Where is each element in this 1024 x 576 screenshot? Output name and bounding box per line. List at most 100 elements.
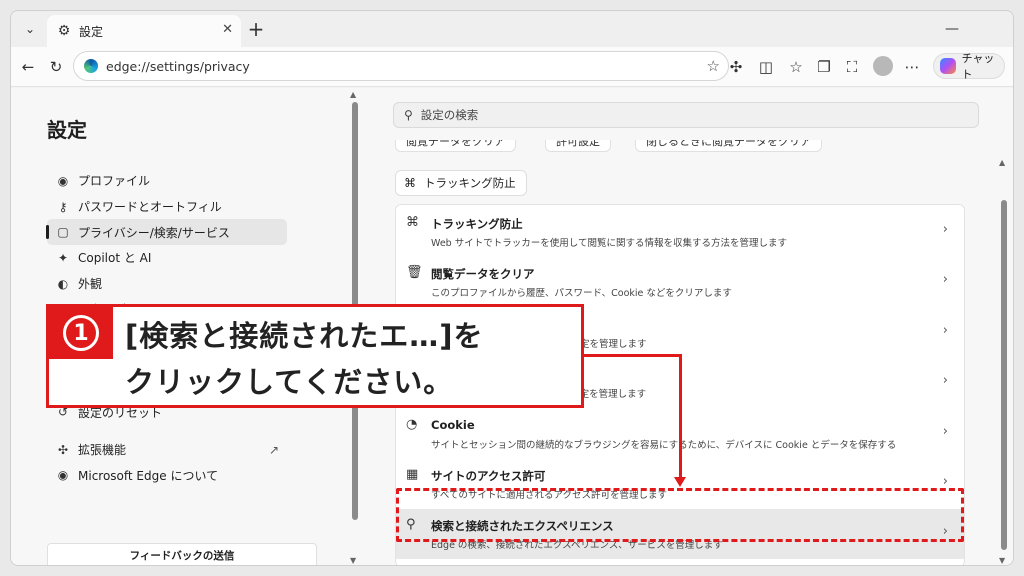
scroll-down-icon[interactable]: ▼ bbox=[999, 556, 1005, 565]
toolbar: ← ↻ edge://settings/privacy ☆ ✣ ◫ ☆ ❐ ⛶ … bbox=[11, 47, 1013, 87]
page-title: 設定 bbox=[47, 118, 87, 142]
row-title: 閲覧データをクリア bbox=[431, 267, 535, 282]
address-bar[interactable]: edge://settings/privacy ☆ bbox=[73, 51, 729, 81]
profile-icon: ◉ bbox=[57, 173, 69, 188]
main-scrollbar[interactable] bbox=[1001, 200, 1007, 550]
appearance-icon: ◐ bbox=[57, 276, 69, 291]
pointer-line bbox=[679, 354, 682, 480]
row-title: サイトのアクセス許可 bbox=[431, 469, 546, 483]
copilot-icon bbox=[940, 58, 956, 74]
chevron-right-icon: › bbox=[942, 222, 948, 237]
cookie-icon: ◔ bbox=[406, 416, 418, 432]
new-tab-button[interactable]: + bbox=[243, 16, 269, 42]
sidebar-item[interactable]: ▢ プライバシー/検索/サービス bbox=[46, 219, 287, 246]
chevron-right-icon: › bbox=[942, 272, 948, 288]
row-description: このプロファイルから履歴、パスワード、Cookie などをクリアします bbox=[431, 288, 732, 300]
chevron-down-icon: ⌄ bbox=[24, 22, 36, 36]
quick-link[interactable]: 閉じるときに閲覧データをクリア bbox=[635, 140, 822, 152]
highlight-box bbox=[396, 488, 964, 542]
row-description: Web サイトでトラッカーを使用して閲覧に関する情報を収集する方法を管理します bbox=[431, 238, 787, 249]
more-dots-icon: ⋯ bbox=[904, 58, 920, 76]
favorite-star-icon[interactable]: ☆ bbox=[707, 57, 720, 75]
scroll-up-icon[interactable]: ▲ bbox=[999, 158, 1005, 167]
row-title: トラッキング防止 bbox=[431, 217, 523, 231]
sidebar-item[interactable]: ⚷ パスワードとオートフィル bbox=[47, 194, 287, 220]
sidebar-item-label: Microsoft Edge について bbox=[78, 468, 219, 483]
instruction-line-1: [検索と接続されたエ…]を bbox=[125, 319, 484, 353]
step-badge: 1 bbox=[49, 307, 113, 359]
instruction-callout: 1 [検索と接続されたエ…]を クリックしてください。 bbox=[46, 304, 584, 408]
screenshot-button[interactable]: ⛶ bbox=[839, 55, 865, 79]
collections-button[interactable]: ❐ bbox=[811, 55, 837, 79]
sidebar-item-label: プロファイル bbox=[78, 174, 151, 189]
refresh-button[interactable]: ↻ bbox=[43, 55, 69, 79]
quick-link[interactable]: 許可設定 bbox=[545, 140, 611, 152]
chip-label: トラッキング防止 bbox=[424, 176, 516, 190]
quick-link[interactable]: 閲覧データをクリア bbox=[395, 140, 516, 152]
lock-icon: ▢ bbox=[57, 225, 69, 240]
tab-actions-menu-button[interactable]: ⌄ bbox=[17, 17, 43, 41]
tracking-icon: ⌘ bbox=[406, 215, 419, 230]
copilot-icon: ✦ bbox=[57, 250, 69, 265]
quick-links: 閲覧データをクリア 許可設定 閉じるときに閲覧データをクリア bbox=[395, 140, 935, 154]
chevron-right-icon: › bbox=[942, 423, 948, 439]
sidebar-item-label: プライバシー/検索/サービス bbox=[78, 225, 230, 240]
instruction-line-2: クリックしてください。 bbox=[125, 365, 454, 399]
extensions-icon: ✣ bbox=[57, 442, 69, 457]
avatar[interactable] bbox=[873, 56, 893, 76]
edge-logo-icon bbox=[84, 59, 98, 73]
scroll-up-icon[interactable]: ▲ bbox=[350, 90, 356, 99]
gear-icon: ⚙ bbox=[57, 23, 71, 39]
chevron-right-icon: › bbox=[942, 373, 948, 389]
sidebar-item-about[interactable]: ◉ Microsoft Edge について bbox=[47, 463, 287, 489]
back-button[interactable]: ← bbox=[15, 55, 41, 79]
favorites-icon: ☆ bbox=[789, 58, 803, 76]
tab-title: 設定 bbox=[79, 24, 104, 39]
sidebar-item-label: パスワードとオートフィル bbox=[78, 200, 222, 215]
pointer-arrowhead bbox=[674, 477, 686, 487]
refresh-icon: ↻ bbox=[49, 58, 63, 76]
sidebar-item-label: Copilot と AI bbox=[78, 251, 152, 266]
copilot-chat-button[interactable]: チャット bbox=[933, 52, 1005, 81]
collections-icon: ❐ bbox=[817, 58, 831, 76]
browser-window: ⌄ ⚙ 設定 ✕ + — ← ↻ edge://settings/privacy… bbox=[10, 10, 1014, 566]
row-description: サイトとセッション間の継続的なブラウジングを容易にするために、デバイスに Coo… bbox=[431, 439, 897, 451]
address-text: edge://settings/privacy bbox=[106, 58, 250, 74]
screenshot-icon: ⛶ bbox=[846, 58, 858, 76]
sidebar-item[interactable]: ◐ 外観 bbox=[47, 271, 287, 297]
step-number: 1 bbox=[63, 315, 99, 351]
key-icon: ⚷ bbox=[58, 199, 68, 214]
tracking-icon: ⌘ bbox=[404, 176, 416, 190]
extensions-button[interactable]: ✣ bbox=[723, 55, 749, 79]
search-icon: ⚲ bbox=[404, 108, 413, 122]
pointer-line bbox=[582, 354, 682, 357]
chevron-right-icon: › bbox=[942, 474, 948, 489]
copilot-label: チャット bbox=[961, 52, 995, 81]
feedback-button[interactable]: フィードバックの送信 bbox=[47, 543, 317, 565]
split-screen-icon: ◫ bbox=[758, 58, 774, 76]
edge-logo-icon: ◉ bbox=[57, 468, 69, 483]
external-link-icon: ↗ bbox=[268, 442, 279, 457]
settings-search-input[interactable]: ⚲ 設定の検索 bbox=[393, 102, 979, 128]
sidebar-item-extensions[interactable]: ✣ 拡張機能 ↗ bbox=[47, 437, 287, 463]
close-icon[interactable]: ✕ bbox=[222, 22, 233, 37]
site-permissions-icon: ▦ bbox=[406, 467, 419, 482]
split-screen-button[interactable]: ◫ bbox=[753, 55, 779, 79]
scroll-down-icon[interactable]: ▼ bbox=[350, 556, 356, 565]
tab-settings[interactable]: ⚙ 設定 ✕ bbox=[47, 15, 241, 47]
chevron-right-icon: › bbox=[942, 322, 948, 338]
settings-row[interactable]: ⌘ トラッキング防止 Web サイトでトラッカーを使用して閲覧に関する情報を収集する… bbox=[396, 207, 964, 257]
maximize-button[interactable] bbox=[935, 11, 981, 47]
favorites-button[interactable]: ☆ bbox=[783, 55, 809, 79]
row-title: Cookie bbox=[431, 417, 475, 432]
sidebar-item[interactable]: ✦ Copilot と AI bbox=[47, 245, 287, 271]
trash-icon: 🗑 bbox=[406, 265, 423, 281]
back-arrow-icon: ← bbox=[21, 58, 35, 76]
tab-strip: ⌄ ⚙ 設定 ✕ + — bbox=[11, 11, 1013, 47]
settings-row[interactable]: 🗑 閲覧データをクリアこのプロファイルから履歴、パスワード、Cookie などをク… bbox=[396, 257, 964, 307]
puzzle-icon: ✣ bbox=[729, 58, 743, 76]
sidebar-item-label: 外観 bbox=[78, 277, 103, 292]
more-menu-button[interactable]: ⋯ bbox=[899, 55, 925, 79]
sidebar-item[interactable]: ◉ プロファイル bbox=[47, 168, 287, 194]
tracking-prevention-chip[interactable]: ⌘ トラッキング防止 bbox=[395, 170, 527, 196]
